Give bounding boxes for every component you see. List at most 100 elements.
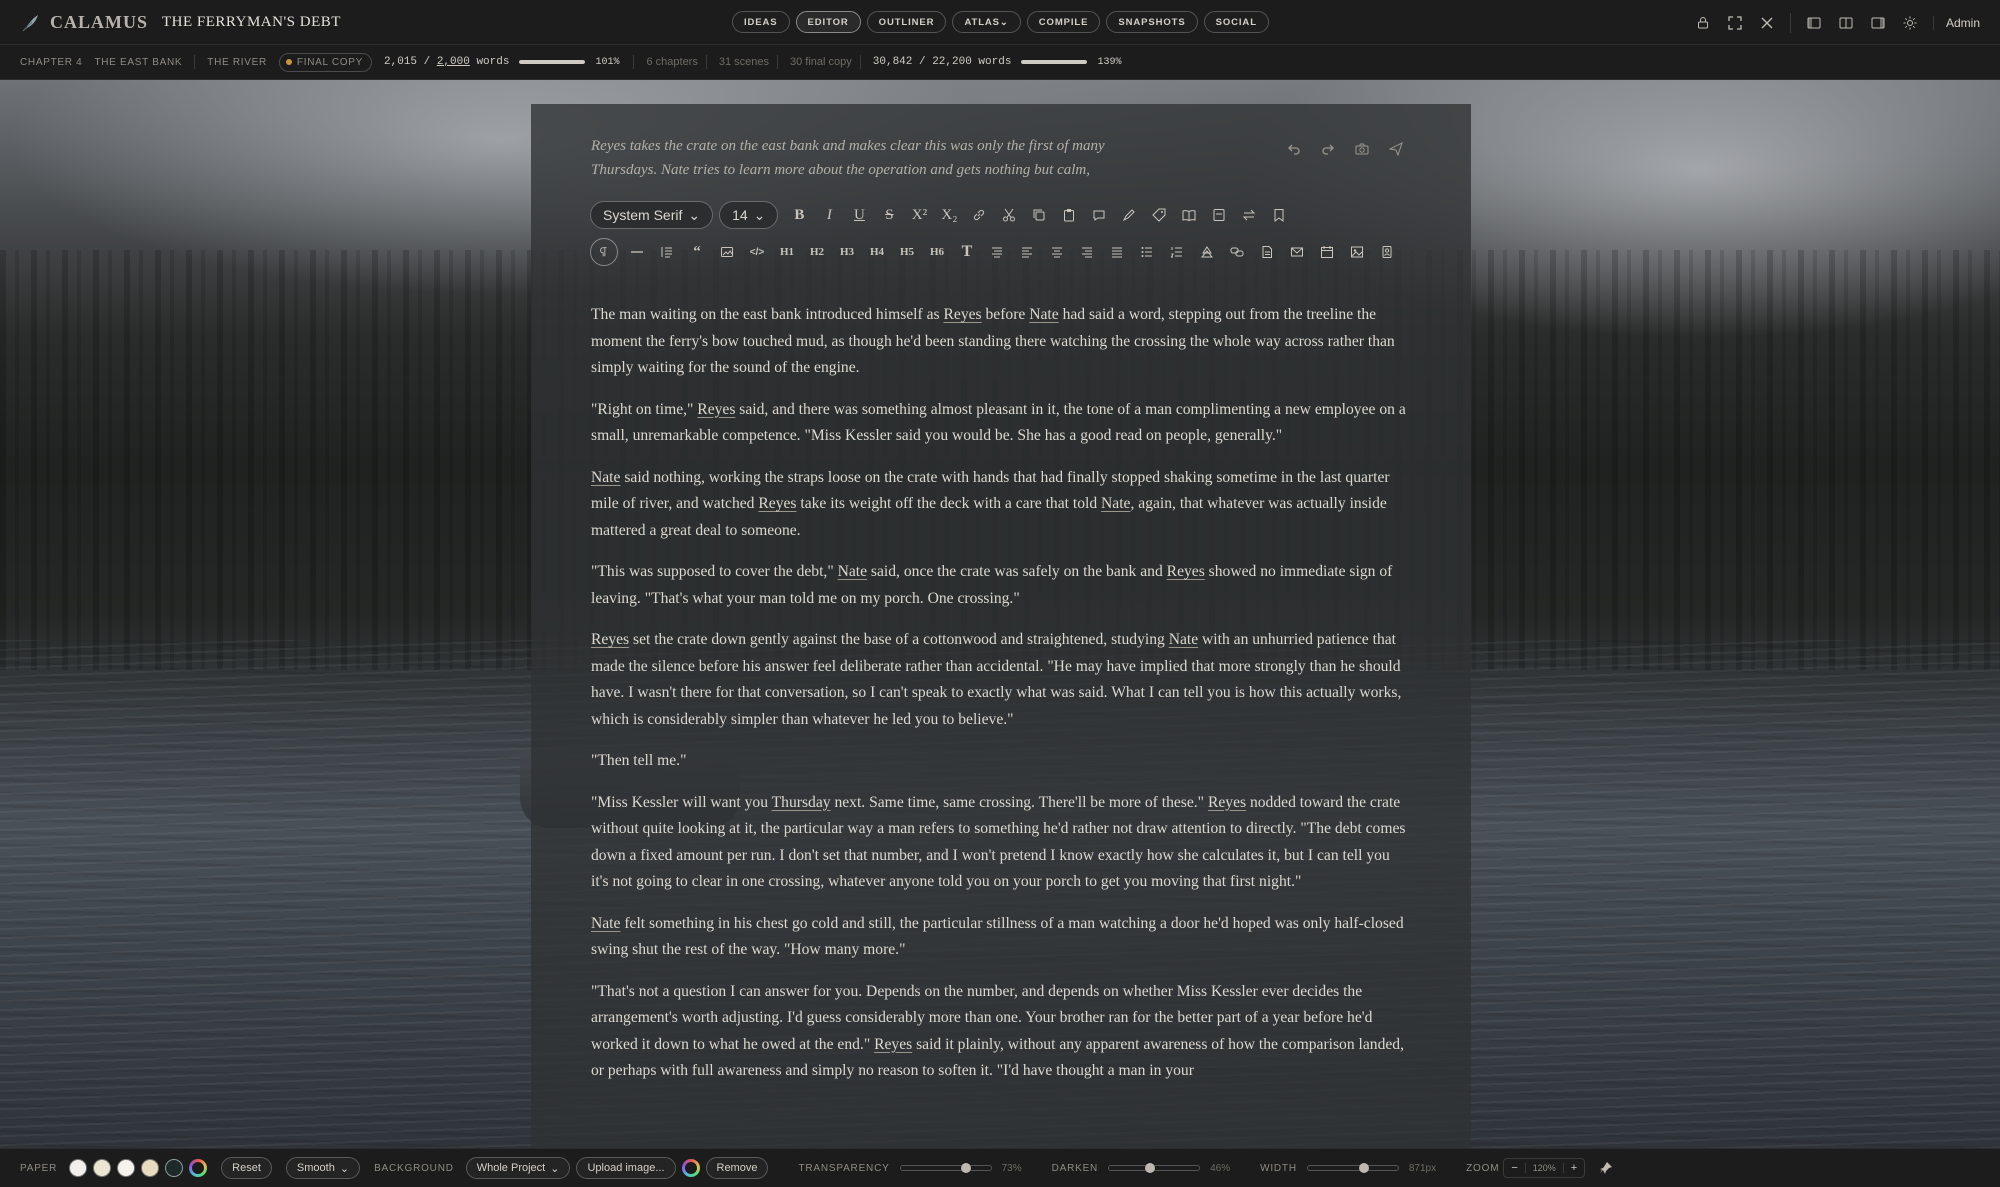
manuscript-paragraph[interactable]: "Then tell me."	[591, 748, 1411, 775]
nav-tab-compile[interactable]: COMPILE	[1026, 11, 1101, 33]
manuscript-paragraph[interactable]: "Miss Kessler will want you Thursday nex…	[591, 790, 1411, 896]
insert-image-icon[interactable]	[1342, 238, 1372, 266]
entity-link[interactable]: Nate	[1101, 495, 1130, 512]
nav-tab-atlas[interactable]: ATLAS ⌄	[952, 11, 1021, 33]
align-left-indent-icon[interactable]	[982, 238, 1012, 266]
background-color-wheel-icon[interactable]	[681, 1159, 700, 1177]
subscript-icon[interactable]: X₂	[934, 201, 964, 229]
manuscript-paragraph[interactable]: "That's not a question I can answer for …	[591, 979, 1411, 1085]
tools-icon[interactable]	[1758, 14, 1776, 32]
fullscreen-icon[interactable]	[1726, 14, 1744, 32]
text-style-icon[interactable]: T	[952, 238, 982, 266]
heading-1-button[interactable]: H1	[772, 238, 802, 266]
breadcrumb-chapter[interactable]: CHAPTER 4	[20, 57, 82, 68]
character-link-icon[interactable]	[1222, 238, 1252, 266]
scene-word-target[interactable]: 2,000	[437, 56, 470, 68]
tag-icon[interactable]	[1144, 201, 1174, 229]
heading-3-button[interactable]: H3	[832, 238, 862, 266]
mail-icon[interactable]	[1282, 238, 1312, 266]
comment-icon[interactable]	[1084, 201, 1114, 229]
entity-link[interactable]: Nate	[1169, 631, 1198, 648]
app-name[interactable]: CALAMUS	[50, 12, 148, 33]
zoom-out-button[interactable]: −	[1504, 1162, 1524, 1174]
paste-icon[interactable]	[1054, 201, 1084, 229]
breadcrumb-location[interactable]: THE RIVER	[207, 57, 267, 68]
upload-image-button[interactable]: Upload image...	[576, 1157, 676, 1179]
bullet-list-icon[interactable]	[1132, 238, 1162, 266]
camera-icon[interactable]	[1353, 140, 1371, 158]
user-menu[interactable]: Admin	[1932, 15, 1980, 30]
width-slider[interactable]	[1306, 1163, 1399, 1173]
manuscript-paragraph[interactable]: Reyes set the crate down gently against …	[591, 627, 1411, 733]
nav-tab-outliner[interactable]: OUTLINER	[866, 11, 947, 33]
paper-swatch[interactable]	[93, 1159, 112, 1177]
heading-5-button[interactable]: H5	[892, 238, 922, 266]
font-size-select[interactable]: 14 ⌄	[719, 201, 779, 229]
nav-tab-editor[interactable]: EDITOR	[795, 11, 861, 33]
background-scope-select[interactable]: Whole Project ⌄	[465, 1157, 571, 1179]
transparency-slider[interactable]	[899, 1163, 992, 1173]
entity-link[interactable]: Reyes	[591, 631, 629, 648]
paragraph-mode-icon[interactable]	[590, 238, 618, 266]
document-icon[interactable]	[1252, 238, 1282, 266]
align-justify-icon[interactable]	[1102, 238, 1132, 266]
calendar-icon[interactable]	[1312, 238, 1342, 266]
image-block-icon[interactable]	[712, 238, 742, 266]
entity-link[interactable]: Thursday	[772, 794, 831, 811]
entity-link[interactable]: Reyes	[697, 401, 735, 418]
bookmark-icon[interactable]	[1264, 201, 1294, 229]
nav-tab-social[interactable]: SOCIAL	[1203, 11, 1269, 33]
panel-right-icon[interactable]	[1869, 14, 1887, 32]
highlighter-icon[interactable]	[1114, 201, 1144, 229]
slider-handle[interactable]	[1145, 1163, 1156, 1173]
manuscript-paragraph[interactable]: "Right on time," Reyes said, and there w…	[591, 397, 1411, 450]
manuscript-paragraph[interactable]: Nate said nothing, working the straps lo…	[591, 465, 1411, 545]
entity-link[interactable]: Reyes	[874, 1036, 912, 1053]
total-word-target[interactable]: 22,200	[932, 56, 972, 68]
note-icon[interactable]	[1204, 201, 1234, 229]
bold-icon[interactable]: B	[784, 201, 814, 229]
book-icon[interactable]	[1174, 201, 1204, 229]
reset-paper-button[interactable]: Reset	[221, 1157, 272, 1179]
font-family-select[interactable]: System Serif ⌄	[590, 201, 714, 229]
contact-card-icon[interactable]	[1372, 238, 1402, 266]
undo-icon[interactable]	[1285, 140, 1303, 158]
entity-link[interactable]: Reyes	[944, 306, 982, 323]
theme-sun-icon[interactable]	[1901, 14, 1919, 32]
manuscript-text[interactable]: The man waiting on the east bank introdu…	[591, 302, 1411, 1100]
slider-handle[interactable]	[961, 1163, 972, 1173]
italic-icon[interactable]: I	[814, 201, 844, 229]
entity-link[interactable]: Reyes	[758, 495, 796, 512]
darken-slider[interactable]	[1108, 1163, 1201, 1173]
zoom-in-button[interactable]: +	[1564, 1162, 1584, 1174]
panel-left-icon[interactable]	[1805, 14, 1823, 32]
paper-swatch[interactable]	[141, 1159, 160, 1177]
lock-icon[interactable]	[1694, 14, 1712, 32]
underline-icon[interactable]: U	[844, 201, 874, 229]
send-icon[interactable]	[1387, 140, 1405, 158]
heading-2-button[interactable]: H2	[802, 238, 832, 266]
align-center-icon[interactable]	[1042, 238, 1072, 266]
pin-icon[interactable]	[1597, 1159, 1615, 1177]
breadcrumb-scene[interactable]: THE EAST BANK	[94, 57, 182, 68]
slider-handle[interactable]	[1358, 1163, 1369, 1173]
tree-icon[interactable]	[1192, 238, 1222, 266]
blockquote-icon[interactable]: “	[682, 238, 712, 266]
manuscript-paragraph[interactable]: "This was supposed to cover the debt," N…	[591, 559, 1411, 612]
entity-link[interactable]: Nate	[591, 915, 620, 932]
heading-6-button[interactable]: H6	[922, 238, 952, 266]
indent-icon[interactable]	[652, 238, 682, 266]
redo-icon[interactable]	[1319, 140, 1337, 158]
paper-swatch[interactable]	[165, 1159, 184, 1177]
paper-swatch[interactable]	[69, 1159, 88, 1177]
entity-link[interactable]: Nate	[1029, 306, 1058, 323]
superscript-icon[interactable]: X²	[904, 201, 934, 229]
numbered-list-icon[interactable]	[1162, 238, 1192, 266]
custom-color-wheel-icon[interactable]	[189, 1159, 208, 1177]
smooth-select[interactable]: Smooth ⌄	[285, 1157, 361, 1179]
nav-tab-ideas[interactable]: IDEAS	[732, 11, 790, 33]
entity-link[interactable]: Nate	[838, 563, 867, 580]
strikethrough-icon[interactable]: S	[874, 201, 904, 229]
copy-icon[interactable]	[1024, 201, 1054, 229]
manuscript-paragraph[interactable]: The man waiting on the east bank introdu…	[591, 302, 1411, 382]
